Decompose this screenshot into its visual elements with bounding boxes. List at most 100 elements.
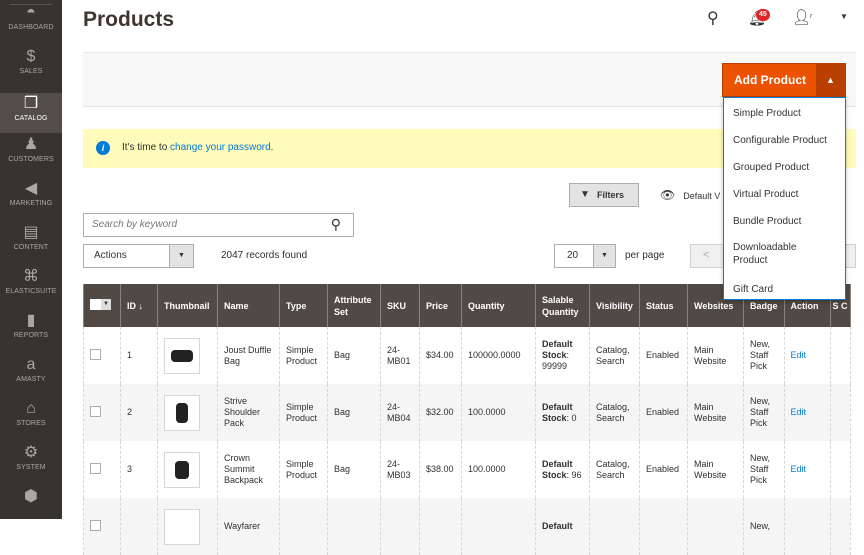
add-product-label[interactable]: Add Product bbox=[734, 73, 806, 87]
cell-action: Edit bbox=[783, 441, 831, 498]
filters-label: Filters bbox=[597, 190, 625, 200]
menu-item-bundle-product[interactable]: Bundle Product bbox=[733, 215, 801, 228]
cell-badge: New, Staff Pick bbox=[743, 384, 785, 441]
cell-visibility: Catalog, Search bbox=[589, 327, 640, 384]
cell-action: Edit bbox=[783, 384, 831, 441]
cell-partial bbox=[829, 498, 851, 555]
caret-down-icon[interactable]: ▼ bbox=[169, 245, 193, 267]
sidebar-item-label: CUSTOMERS bbox=[8, 156, 54, 163]
product-thumbnail[interactable] bbox=[164, 451, 200, 488]
mass-select-header[interactable]: ▼ bbox=[83, 284, 121, 327]
menu-item-gift-card[interactable]: Gift Card bbox=[733, 283, 773, 296]
sidebar-item-marketing[interactable]: ◀ MARKETING bbox=[0, 178, 62, 222]
cell-price: $38.00 bbox=[419, 441, 462, 498]
column-header-price[interactable]: Price bbox=[419, 284, 462, 327]
sidebar-item-amasty[interactable]: a AMASTY bbox=[0, 354, 62, 398]
change-password-link[interactable]: change your password bbox=[170, 142, 271, 153]
column-header-status[interactable]: Status bbox=[639, 284, 688, 327]
sidebar-item-extensions[interactable]: ⬢ bbox=[0, 486, 62, 530]
cell-id bbox=[120, 498, 158, 555]
actions-select[interactable]: Actions ▼ bbox=[83, 244, 194, 268]
cell-quantity bbox=[461, 498, 536, 555]
column-header-type[interactable]: Type bbox=[279, 284, 328, 327]
row-checkbox[interactable] bbox=[90, 462, 101, 474]
previous-page-button[interactable]: < bbox=[703, 249, 709, 261]
add-product-menu: Simple Product Configurable Product Grou… bbox=[723, 97, 846, 300]
add-product-toggle[interactable]: ▲ bbox=[816, 64, 845, 96]
menu-item-configurable-product[interactable]: Configurable Product bbox=[733, 134, 827, 147]
cell-action bbox=[783, 498, 831, 555]
menu-item-grouped-product[interactable]: Grouped Product bbox=[733, 161, 809, 174]
view-switcher[interactable]: 👁︎ Default V bbox=[660, 188, 720, 202]
person-icon: ♟ bbox=[23, 136, 39, 153]
cell-name: Crown Summit Backpack bbox=[217, 441, 280, 498]
cell-websites: Main Website bbox=[687, 384, 744, 441]
sidebar-item-label: CATALOG bbox=[14, 115, 48, 122]
row-checkbox[interactable] bbox=[90, 405, 101, 417]
cell-thumbnail bbox=[157, 498, 218, 555]
search-submit-icon[interactable]: ⚲ bbox=[331, 216, 341, 233]
product-thumbnail[interactable] bbox=[164, 394, 200, 431]
cell-salable-quantity: Default Stock: 0 bbox=[535, 384, 590, 441]
cell-visibility: Catalog, Search bbox=[589, 384, 640, 441]
edit-link[interactable]: Edit bbox=[791, 407, 807, 417]
keyword-search[interactable]: Search by keyword ⚲ bbox=[83, 213, 354, 237]
product-thumbnail[interactable] bbox=[164, 508, 200, 545]
column-header-attribute-set[interactable]: Attribute Set bbox=[327, 284, 381, 327]
salable-stock-value: : 0 bbox=[566, 412, 577, 423]
column-header-visibility[interactable]: Visibility bbox=[589, 284, 640, 327]
table-row[interactable]: 3 Crown Summit Backpack Simple Product Bag 2… bbox=[83, 441, 851, 498]
sidebar-item-customers[interactable]: ♟ CUSTOMERS bbox=[0, 134, 62, 178]
cell-websites bbox=[687, 498, 744, 555]
admin-sidebar: ◓ DASHBOARD $ SALES ❒ CATALOG ♟ CUSTOMERS ◀ MARKE… bbox=[0, 0, 62, 519]
cell-select bbox=[83, 384, 121, 441]
sidebar-item-reports[interactable]: ▮ REPORTS bbox=[0, 310, 62, 354]
table-row[interactable]: Wayfarer Default New, bbox=[83, 498, 851, 555]
column-header-thumbnail[interactable]: Thumbnail bbox=[157, 284, 218, 327]
column-header-quantity[interactable]: Quantity bbox=[461, 284, 536, 327]
column-header-id[interactable]: ID ↓ bbox=[120, 284, 158, 327]
sidebar-item-sales[interactable]: $ SALES bbox=[0, 46, 62, 90]
notice-prefix: It's time to bbox=[122, 142, 171, 153]
search-icon[interactable]: ⚲ bbox=[707, 8, 719, 28]
mass-select-checkbox[interactable] bbox=[90, 298, 101, 310]
user-icon[interactable]: 👤︎ bbox=[792, 8, 811, 26]
per-page-label: per page bbox=[625, 250, 665, 261]
edit-link[interactable]: Edit bbox=[791, 350, 807, 360]
user-name[interactable]: r bbox=[810, 13, 812, 20]
product-thumbnail[interactable] bbox=[164, 337, 200, 374]
menu-item-downloadable-product[interactable]: Downloadable Product bbox=[733, 241, 823, 267]
products-grid: ▼ ID ↓ Thumbnail Name Type Attribute Set… bbox=[83, 284, 851, 555]
add-product-button[interactable]: Add Product ▲ bbox=[722, 63, 846, 97]
gear-icon: ⚙ bbox=[23, 444, 39, 461]
row-checkbox[interactable] bbox=[90, 348, 101, 360]
edit-link[interactable]: Edit bbox=[791, 464, 807, 474]
column-header-salable-quantity[interactable]: Salable Quantity bbox=[535, 284, 590, 327]
caret-down-icon[interactable]: ▼ bbox=[101, 298, 111, 310]
table-row[interactable]: 1 Joust Duffle Bag Simple Product Bag 24-MB0… bbox=[83, 327, 851, 384]
column-header-name[interactable]: Name bbox=[217, 284, 280, 327]
actions-label: Actions bbox=[94, 250, 127, 261]
cell-select bbox=[83, 327, 121, 384]
row-checkbox[interactable] bbox=[90, 519, 101, 531]
sidebar-item-elasticsuite[interactable]: ⌘ ELASTICSUITE bbox=[0, 266, 62, 310]
sidebar-item-system[interactable]: ⚙ SYSTEM bbox=[0, 442, 62, 486]
notifications-badge[interactable]: 45 bbox=[756, 9, 770, 21]
filters-button[interactable]: ▼ Filters bbox=[569, 183, 639, 207]
table-row[interactable]: 2 Strive Shoulder Pack Simple Product Bag 24… bbox=[83, 384, 851, 441]
sidebar-item-dashboard[interactable]: ◓ DASHBOARD bbox=[0, 2, 62, 46]
search-input[interactable]: Search by keyword bbox=[92, 219, 177, 230]
chevron-down-icon[interactable]: ▼ bbox=[840, 12, 848, 21]
per-page-select[interactable]: 20 ▼ bbox=[554, 244, 616, 268]
column-header-sku[interactable]: SKU bbox=[380, 284, 420, 327]
menu-item-simple-product[interactable]: Simple Product bbox=[733, 107, 801, 120]
notice-text: It's time to change your password. bbox=[122, 142, 273, 153]
sidebar-item-content[interactable]: ▤ CONTENT bbox=[0, 222, 62, 266]
sidebar-item-catalog[interactable]: ❒ CATALOG bbox=[0, 93, 62, 133]
cell-partial bbox=[829, 384, 851, 441]
cell-id: 1 bbox=[120, 327, 158, 384]
caret-down-icon[interactable]: ▼ bbox=[593, 245, 615, 267]
cell-sku: 24-MB01 bbox=[380, 327, 420, 384]
menu-item-virtual-product[interactable]: Virtual Product bbox=[733, 188, 798, 201]
sidebar-item-stores[interactable]: ⌂ STORES bbox=[0, 398, 62, 442]
